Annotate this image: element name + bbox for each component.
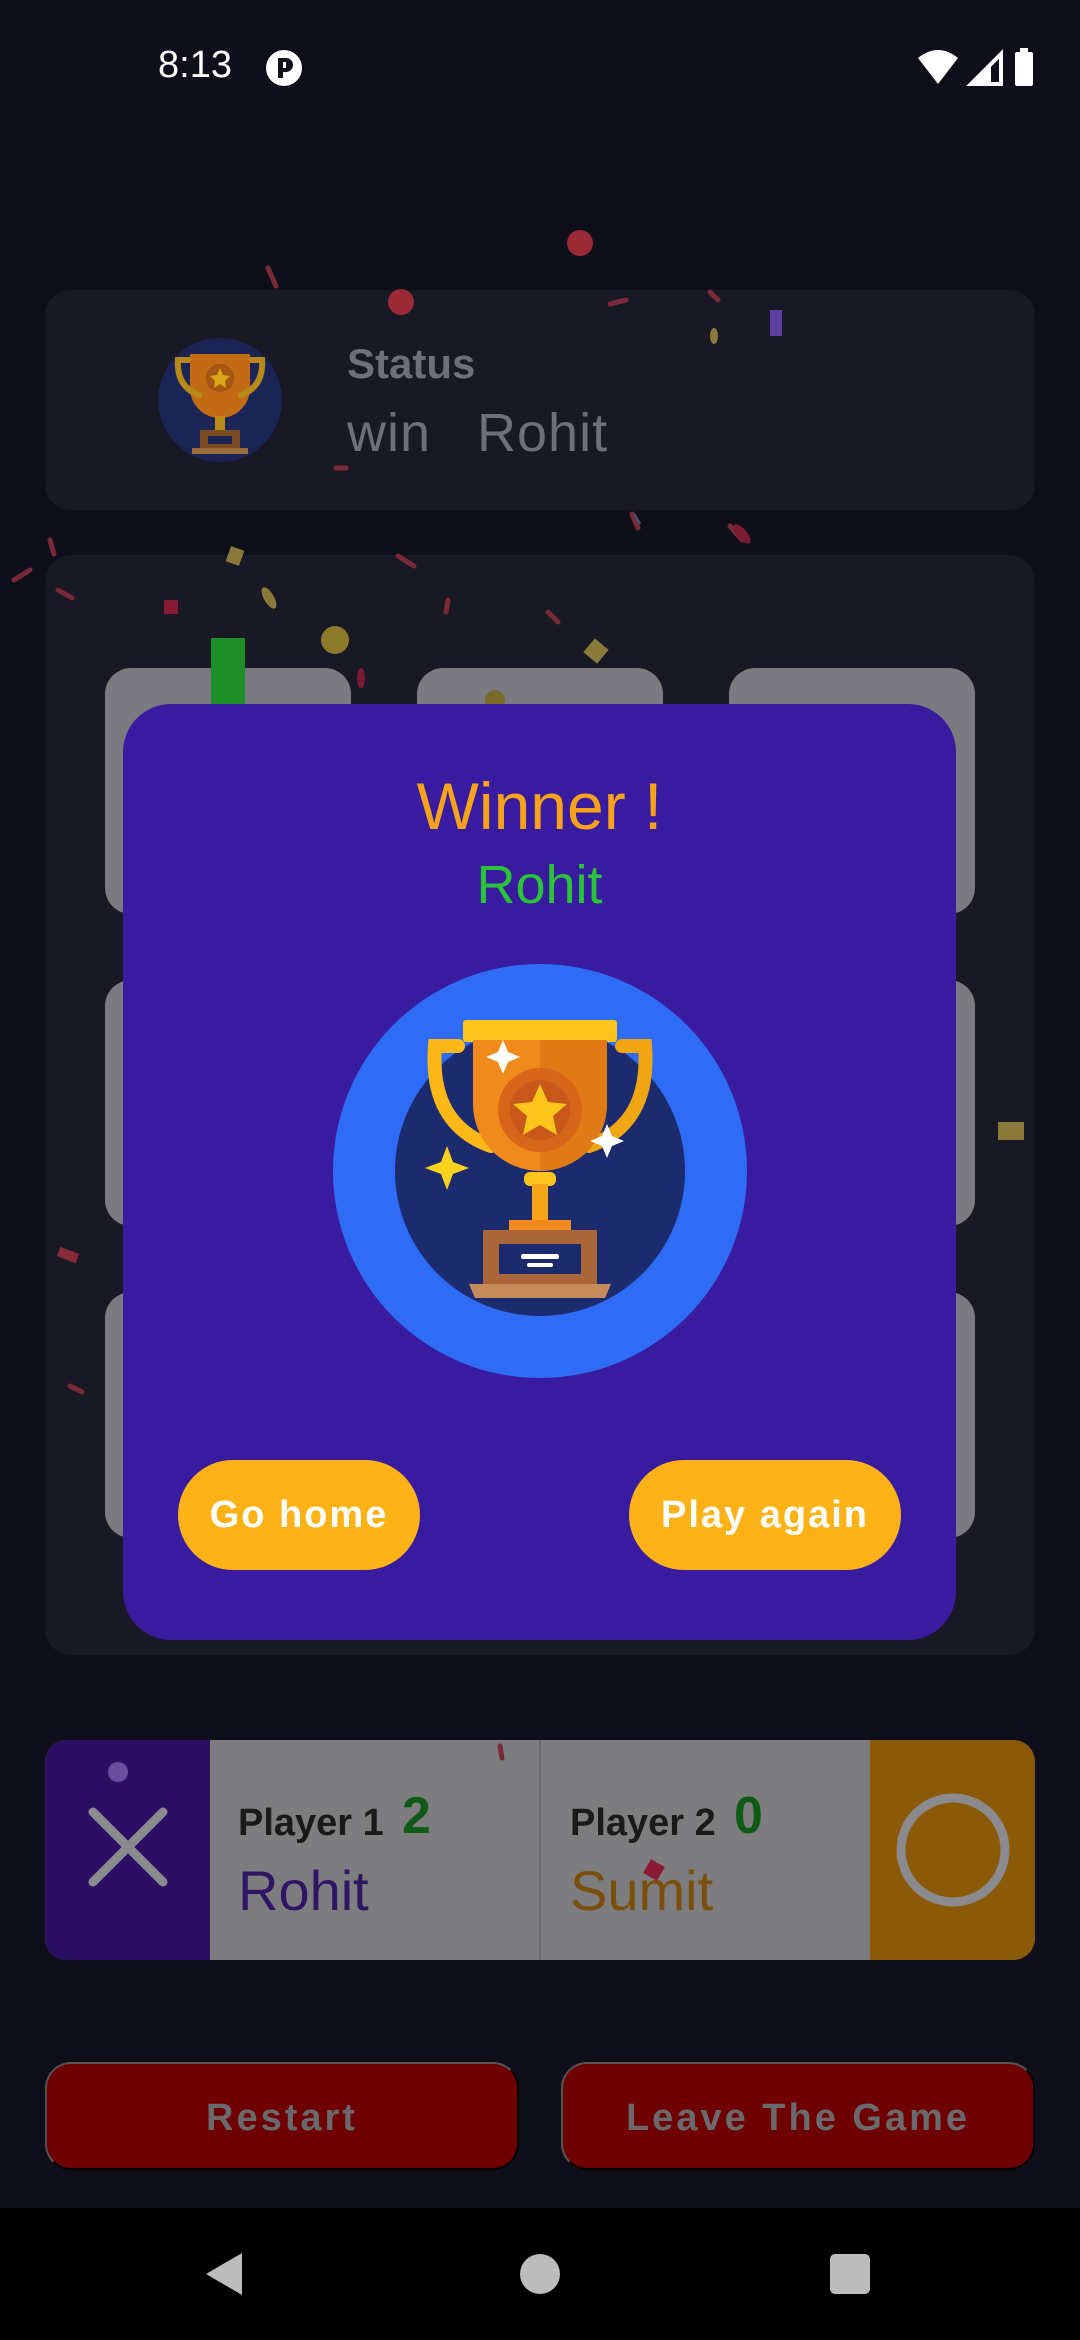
home-icon[interactable] xyxy=(520,2254,560,2294)
winner-name: Rohit xyxy=(476,855,603,915)
restart-button[interactable]: Restart xyxy=(45,2062,519,2170)
player1-title: Player 1 xyxy=(238,1802,384,1844)
status-player: Rohit xyxy=(477,403,609,463)
status-card: Status win Rohit xyxy=(45,290,1035,510)
player2-name: Sumit xyxy=(570,1859,714,1922)
status-value: win Rohit xyxy=(347,402,608,464)
player2-symbol-panel xyxy=(870,1740,1035,1960)
status-label: Status xyxy=(347,340,476,387)
battery-icon xyxy=(1015,48,1033,86)
signal-icon xyxy=(966,49,1003,86)
winning-line-marker xyxy=(211,638,245,708)
player1-score: 2 xyxy=(402,1787,431,1845)
trophy-icon xyxy=(158,338,282,462)
back-icon[interactable] xyxy=(202,2251,246,2297)
recents-icon[interactable] xyxy=(830,2254,870,2294)
players-divider xyxy=(539,1740,541,1960)
o-icon xyxy=(896,1793,1010,1907)
play-again-button[interactable]: Play again xyxy=(629,1460,901,1570)
player2-card: Player 2 0 Sumit xyxy=(542,1740,872,1960)
go-home-button[interactable]: Go home xyxy=(178,1460,420,1570)
status-result: win xyxy=(347,403,432,463)
player1-symbol-panel xyxy=(45,1740,210,1960)
status-bar: 8:13 xyxy=(0,0,1080,135)
app-notification-icon xyxy=(266,50,302,86)
players-panel: Player 1 2 Rohit Player 2 0 Sumit xyxy=(45,1740,1035,1960)
system-status-icons xyxy=(918,48,1033,86)
player1-card: Player 1 2 Rohit xyxy=(210,1740,540,1960)
trophy-icon xyxy=(333,964,747,1378)
dialog-title: Winner ! xyxy=(416,769,663,843)
leave-game-button[interactable]: Leave The Game xyxy=(561,2062,1035,2170)
player2-title: Player 2 xyxy=(570,1802,716,1844)
x-icon xyxy=(88,1807,168,1887)
wifi-icon xyxy=(918,50,958,84)
navigation-bar xyxy=(0,2208,1080,2340)
status-time: 8:13 xyxy=(158,44,232,86)
player2-score: 0 xyxy=(734,1787,763,1845)
player1-name: Rohit xyxy=(238,1859,369,1922)
winner-dialog: Winner ! Rohit Go home Play again xyxy=(123,704,956,1640)
